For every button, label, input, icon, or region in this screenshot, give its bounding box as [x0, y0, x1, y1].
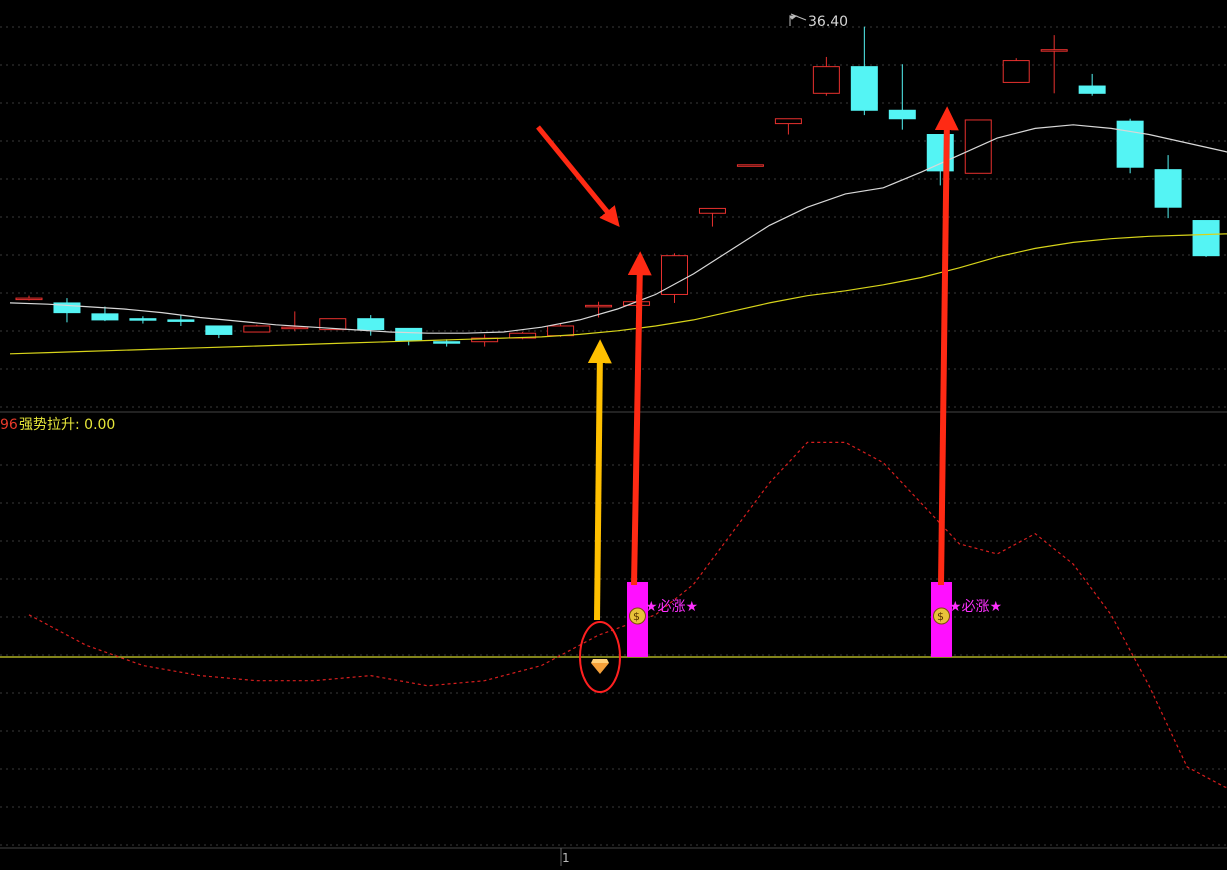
candle: [774, 118, 802, 135]
arrow-red-up-2: [934, 106, 959, 586]
candle-body: [243, 325, 271, 333]
candle-body: [1154, 169, 1182, 208]
candle-body: [812, 66, 840, 94]
candle: [1040, 35, 1068, 94]
candle: [812, 56, 840, 96]
candle-body: [205, 325, 233, 335]
candle-body: [357, 318, 385, 331]
candle: [585, 301, 613, 318]
indicator-value: 96: [0, 417, 18, 433]
candle: [53, 298, 81, 323]
candle-body: [1002, 60, 1030, 83]
candle-body: [129, 318, 157, 321]
signal-label: ★必涨★: [645, 599, 698, 615]
chart-canvas: 1 36.40 96 强势拉升: 0.00 $ ★必涨★ $ ★必涨★: [0, 13, 1227, 866]
indicator-label: 强势拉升: 0.00: [19, 417, 115, 433]
money-bag-icon: $: [933, 607, 950, 625]
signal-label: ★必涨★: [949, 599, 1002, 615]
candle: [1192, 220, 1220, 257]
svg-text:$: $: [633, 610, 640, 623]
candle: [15, 295, 43, 301]
candle-body: [91, 313, 119, 321]
grid-lines: [0, 26, 1227, 846]
indicator-header: 96 强势拉升: 0.00: [0, 417, 115, 433]
arrow-orange-up: [587, 339, 612, 621]
arrow-red-up-1: [627, 251, 652, 586]
candle: [850, 26, 878, 116]
diamond-icon: [591, 659, 609, 674]
candle: [1002, 58, 1030, 83]
candle-body: [736, 164, 764, 167]
svg-text:$: $: [937, 610, 944, 623]
candle-body: [547, 325, 575, 337]
candle: [1116, 118, 1144, 174]
candle-body: [1116, 120, 1144, 168]
candle-body: [585, 304, 613, 308]
candle: [698, 207, 726, 227]
max-price-marker: 36.40: [789, 13, 848, 30]
candle-body: [774, 118, 802, 125]
signal-bar-2: $ ★必涨★: [931, 582, 1002, 657]
candle: [1154, 155, 1182, 219]
candle-body: [1078, 85, 1106, 94]
candle-body: [167, 319, 195, 322]
axis-marker-label: 1: [562, 851, 570, 865]
candle-body: [888, 109, 916, 120]
candle: [888, 64, 916, 130]
candle-body: [15, 297, 43, 301]
candle: [1078, 73, 1106, 96]
signal-bar-1: $ ★必涨★: [627, 582, 698, 657]
candle-body: [698, 207, 726, 214]
candle: [736, 164, 764, 167]
candle-body: [1192, 220, 1220, 257]
candle: [243, 324, 271, 333]
candle-body: [281, 326, 309, 330]
candlestick-series: [15, 26, 1220, 347]
max-price-flag: [789, 15, 798, 26]
candle: [129, 316, 157, 324]
ma-fast-line: [9, 124, 1227, 334]
candle: [471, 334, 499, 347]
candle-body: [395, 327, 423, 342]
candle: [357, 315, 385, 336]
candle-body: [433, 341, 461, 344]
ma-slow-line: [9, 233, 1227, 355]
candle-body: [1040, 49, 1068, 52]
candle-body: [850, 66, 878, 111]
money-bag-icon: $: [629, 607, 646, 625]
candle: [205, 325, 233, 339]
candle: [281, 311, 309, 331]
candle: [395, 327, 423, 346]
candle: [660, 253, 688, 303]
max-price-label: 36.40: [808, 14, 848, 30]
